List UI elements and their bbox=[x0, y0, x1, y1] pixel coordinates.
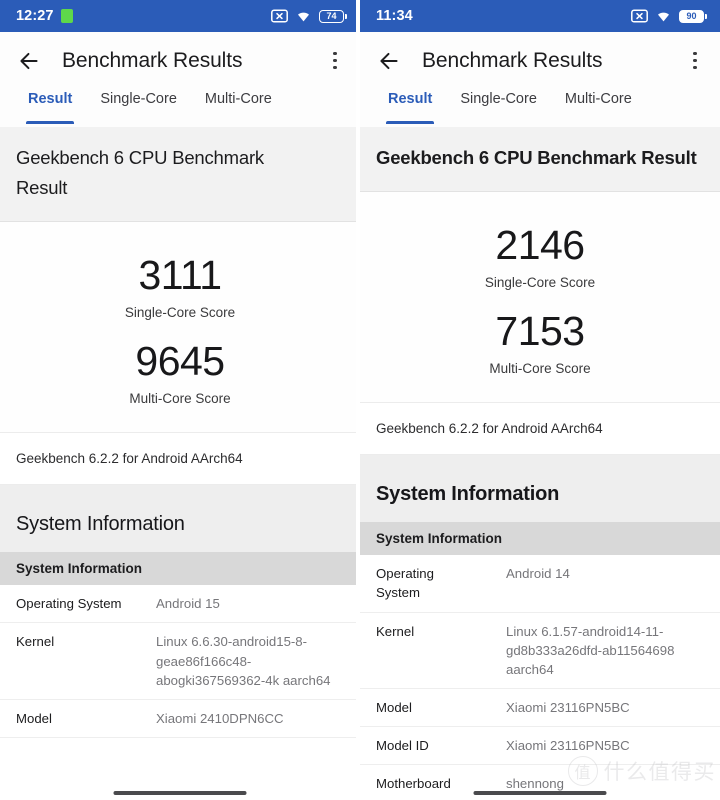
table-row: Operating System Android 14 bbox=[360, 555, 720, 613]
system-information-subheader: System Information bbox=[360, 522, 720, 556]
battery-icon: 74 bbox=[319, 9, 347, 23]
page-title: Benchmark Results bbox=[62, 48, 243, 72]
left-status-icons: 74 bbox=[271, 9, 347, 23]
table-row: Kernel Linux 6.1.57-android14-11-gd8b333… bbox=[360, 612, 720, 689]
battery-level-label: 90 bbox=[686, 10, 697, 21]
result-header-line1: Geekbench 6 CPU Benchmark bbox=[16, 147, 264, 168]
multi-core-score-value: 7153 bbox=[495, 308, 585, 355]
tab-multi-core[interactable]: Multi-Core bbox=[551, 89, 646, 127]
system-information-table: Operating System Android 14 Kernel Linux… bbox=[360, 555, 720, 800]
single-core-score-block: 2146 Single-Core Score bbox=[360, 212, 720, 298]
right-tab-bar: Result Single-Core Multi-Core bbox=[360, 89, 720, 127]
left-phone-screenshot: 12:27 74 Benchmark Results Result Single… bbox=[0, 0, 360, 800]
single-core-score-label: Single-Core Score bbox=[484, 275, 596, 291]
left-status-bar: 12:27 74 bbox=[0, 0, 360, 32]
tab-result[interactable]: Result bbox=[374, 89, 446, 127]
right-status-left-group: 11:34 bbox=[376, 8, 413, 24]
section-spacer bbox=[360, 455, 720, 478]
kebab-menu-icon[interactable] bbox=[324, 48, 346, 74]
section-spacer bbox=[0, 485, 360, 508]
row-value: Xiaomi 23116PN5BC bbox=[490, 726, 720, 766]
multi-core-score-label: Multi-Core Score bbox=[489, 361, 591, 377]
row-key: Kernel bbox=[0, 622, 140, 700]
row-key: Model bbox=[360, 688, 490, 728]
score-summary: 2146 Single-Core Score 7153 Multi-Core S… bbox=[360, 191, 720, 404]
section-title: System Information bbox=[16, 513, 185, 536]
cast-off-icon bbox=[631, 9, 648, 23]
multi-core-score-block: 9645 Multi-Core Score bbox=[0, 328, 360, 414]
left-tab-bar: Result Single-Core Multi-Core bbox=[0, 89, 360, 127]
single-core-score-block: 3111 Single-Core Score bbox=[0, 242, 360, 328]
section-title: System Information bbox=[376, 483, 560, 506]
screenshot-root: 12:27 74 Benchmark Results Result Single… bbox=[0, 0, 720, 800]
row-key: Motherboard bbox=[360, 764, 490, 800]
wifi-icon bbox=[298, 12, 309, 22]
single-core-score-label: Single-Core Score bbox=[124, 305, 236, 321]
tab-single-core[interactable]: Single-Core bbox=[446, 89, 551, 127]
home-indicator bbox=[113, 791, 247, 795]
system-information-heading: System Information bbox=[360, 477, 720, 523]
right-phone-screenshot: 11:34 90 Benchmark Results Result Single… bbox=[360, 0, 720, 800]
status-bar-time: 11:34 bbox=[376, 8, 413, 24]
table-row: Model Xiaomi 23116PN5BC bbox=[360, 688, 720, 728]
status-bar-time: 12:27 bbox=[16, 8, 54, 24]
left-status-left-group: 12:27 bbox=[16, 8, 73, 24]
table-row: Operating System Android 15 bbox=[0, 585, 360, 624]
table-row: Kernel Linux 6.6.30-android15-8-geae86f1… bbox=[0, 622, 360, 700]
page-title: Benchmark Results bbox=[422, 48, 603, 72]
table-row: Model Xiaomi 2410DPN6CC bbox=[0, 699, 360, 738]
battery-level-label: 74 bbox=[326, 10, 337, 21]
right-content: Geekbench 6 CPU Benchmark Result 2146 Si… bbox=[360, 127, 720, 800]
left-content: Geekbench 6 CPU Benchmark Result 3111 Si… bbox=[0, 127, 360, 738]
right-status-icons: 90 bbox=[631, 9, 707, 23]
row-value: Android 14 bbox=[490, 555, 720, 613]
tab-single-core[interactable]: Single-Core bbox=[86, 89, 191, 127]
tab-result[interactable]: Result bbox=[14, 89, 86, 127]
multi-core-score-label: Multi-Core Score bbox=[129, 391, 231, 407]
right-app-bar: Benchmark Results bbox=[360, 32, 720, 89]
score-summary: 3111 Single-Core Score 9645 Multi-Core S… bbox=[0, 221, 360, 434]
tab-multi-core[interactable]: Multi-Core bbox=[191, 89, 286, 127]
row-key: Model ID bbox=[360, 726, 490, 766]
multi-core-score-value: 9645 bbox=[135, 338, 225, 385]
wifi-icon bbox=[658, 12, 669, 22]
table-row: Model ID Xiaomi 23116PN5BC bbox=[360, 726, 720, 766]
version-line: Geekbench 6.2.2 for Android AArch64 bbox=[0, 433, 360, 486]
system-information-table: Operating System Android 15 Kernel Linux… bbox=[0, 585, 360, 738]
cast-off-icon bbox=[271, 9, 288, 23]
multi-core-score-block: 7153 Multi-Core Score bbox=[360, 298, 720, 384]
row-value: Android 15 bbox=[140, 585, 360, 624]
kebab-menu-icon[interactable] bbox=[684, 48, 706, 74]
row-key: Kernel bbox=[360, 612, 490, 689]
version-line: Geekbench 6.2.2 for Android AArch64 bbox=[360, 403, 720, 456]
left-app-bar: Benchmark Results bbox=[0, 32, 360, 89]
system-information-heading: System Information bbox=[0, 507, 360, 553]
right-status-bar: 11:34 90 bbox=[360, 0, 720, 32]
sim-card-icon bbox=[60, 9, 73, 23]
result-header-line1: Geekbench 6 CPU Benchmark Result bbox=[376, 147, 697, 168]
home-indicator bbox=[473, 791, 607, 795]
row-value: Linux 6.1.57-android14-11-gd8b333a26dfd-… bbox=[490, 612, 720, 689]
row-value: Xiaomi 23116PN5BC bbox=[490, 688, 720, 728]
row-key: Operating System bbox=[0, 585, 140, 624]
single-core-score-value: 3111 bbox=[138, 251, 222, 298]
result-header-line2: Result bbox=[16, 176, 68, 198]
single-core-score-value: 2146 bbox=[495, 221, 585, 268]
result-header: Geekbench 6 CPU Benchmark Result bbox=[360, 127, 720, 192]
back-arrow-icon[interactable] bbox=[16, 48, 42, 74]
row-key: Model bbox=[0, 699, 140, 738]
row-value: Linux 6.6.30-android15-8-geae86f166c48-a… bbox=[140, 622, 360, 700]
battery-icon: 90 bbox=[679, 9, 707, 23]
back-arrow-icon[interactable] bbox=[376, 48, 402, 74]
row-key: Operating System bbox=[360, 555, 490, 613]
system-information-subheader: System Information bbox=[0, 552, 360, 586]
result-header: Geekbench 6 CPU Benchmark Result bbox=[0, 127, 360, 222]
row-value: Xiaomi 2410DPN6CC bbox=[140, 699, 360, 738]
